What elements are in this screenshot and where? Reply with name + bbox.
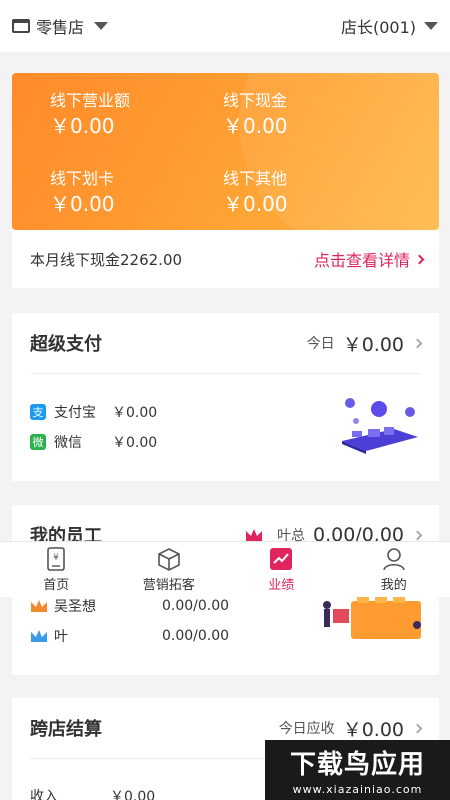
- offline-revenue: 线下营业额 ￥0.00: [50, 91, 130, 139]
- card-summary: 今日应收 ￥0.00: [278, 715, 423, 742]
- metric-label: 线下现金: [223, 91, 288, 110]
- view-details-link[interactable]: 点击查看详情: [313, 247, 425, 271]
- chart-icon: [268, 547, 294, 571]
- income-value: ￥0.00: [110, 789, 156, 800]
- pay-value: ￥0.00: [112, 405, 158, 421]
- metric-label: 线下营业额: [50, 91, 131, 110]
- box-icon: [156, 547, 182, 571]
- monthly-cash-row: 本月线下现金2262.00 点击查看详情: [12, 230, 439, 288]
- chevron-right-icon: [412, 723, 423, 733]
- tab-performance[interactable]: 业绩: [225, 542, 338, 597]
- amount-value: ￥0.00: [342, 333, 404, 356]
- pay-row-alipay: 支 支付宝 ￥0.00: [30, 402, 157, 422]
- staff-value: 0.00/0.00: [162, 598, 230, 614]
- offline-cash: 线下现金 ￥0.00: [223, 91, 288, 139]
- view-details-label: 点击查看详情: [313, 251, 410, 270]
- staff-row: 叶 0.00/0.00: [30, 626, 229, 646]
- sales-summary-card: 线下营业额 ￥0.00 线下现金 ￥0.00 线下划卡 ￥0.00 线下其他 ￥…: [12, 73, 439, 230]
- crown-silver-icon: [31, 600, 47, 612]
- tab-label: 营销拓客: [142, 577, 195, 593]
- divider: [30, 373, 421, 374]
- tab-home[interactable]: ¥ 首页: [0, 542, 113, 597]
- crown-bronze-icon: [31, 630, 47, 642]
- staff-name: 叶: [54, 629, 68, 645]
- payment-illustration: [342, 398, 418, 454]
- metric-value: ￥0.00: [50, 114, 115, 138]
- metric-label: 线下其他: [223, 169, 288, 188]
- amount-value: ￥0.00: [342, 718, 404, 741]
- card-title: 超级支付: [30, 334, 102, 355]
- card-header: 超级支付 今日 ￥0.00: [12, 313, 439, 373]
- pay-name: 支付宝: [54, 405, 96, 421]
- staff-illustration: [323, 595, 421, 639]
- wechat-icon: 微: [30, 434, 46, 450]
- crown-icon: [245, 529, 262, 541]
- metric-value: ￥0.00: [223, 114, 288, 138]
- metric-label: 线下划卡: [50, 169, 115, 188]
- store-selector[interactable]: 零售店: [12, 14, 109, 38]
- svg-text:¥: ¥: [53, 553, 59, 563]
- income-row: 收入 ￥0.00: [30, 786, 155, 800]
- tab-label: 首页: [43, 577, 70, 593]
- metric-value: ￥0.00: [223, 192, 288, 216]
- monthly-cash-text: 本月线下现金2262.00: [30, 250, 183, 269]
- manager-selector[interactable]: 店长(001): [341, 14, 438, 38]
- pay-name: 微信: [54, 435, 82, 451]
- alipay-icon: 支: [30, 404, 46, 420]
- store-name: 零售店: [36, 18, 85, 37]
- caret-down-icon: [424, 22, 438, 30]
- staff-name: 吴圣想: [54, 599, 96, 615]
- pay-value: ￥0.00: [112, 435, 158, 451]
- card-title: 跨店结算: [30, 719, 102, 740]
- store-icon: [12, 19, 30, 33]
- chevron-right-icon: [412, 338, 423, 348]
- chevron-right-icon: [414, 254, 425, 264]
- watermark-logo: 下载鸟应用 www.xiazainiao.com: [265, 740, 450, 800]
- manager-name: 店长(001): [340, 18, 416, 37]
- user-icon: [381, 547, 407, 571]
- chevron-right-icon: [412, 530, 423, 540]
- period-label: 今日: [306, 336, 335, 352]
- caret-down-icon: [94, 22, 109, 30]
- tab-label: 我的: [380, 577, 407, 593]
- bottom-tab-bar: ¥ 首页 营销拓客 业绩 我的: [0, 541, 450, 597]
- tab-mine[interactable]: 我的: [338, 542, 450, 597]
- super-pay-card[interactable]: 超级支付 今日 ￥0.00 支 支付宝 ￥0.00 微 微信 ￥0.00: [12, 313, 439, 481]
- income-label: 收入: [30, 789, 58, 800]
- card-summary: 今日 ￥0.00: [306, 330, 423, 357]
- home-phone-icon: ¥: [43, 546, 69, 571]
- offline-card: 线下划卡 ￥0.00: [50, 169, 115, 217]
- pay-row-wechat: 微 微信 ￥0.00: [30, 432, 157, 452]
- watermark-url: www.xiazainiao.com: [292, 783, 423, 796]
- watermark-text: 下载鸟应用: [289, 750, 425, 780]
- staff-value: 0.00/0.00: [162, 628, 230, 644]
- tab-marketing[interactable]: 营销拓客: [113, 542, 226, 597]
- period-label: 今日应收: [278, 721, 335, 737]
- top-bar: 零售店 店长(001): [0, 0, 450, 52]
- staff-row: 吴圣想 0.00/0.00: [30, 596, 229, 616]
- tab-label: 业绩: [268, 577, 295, 593]
- offline-other: 线下其他 ￥0.00: [223, 169, 288, 217]
- metric-value: ￥0.00: [50, 192, 115, 216]
